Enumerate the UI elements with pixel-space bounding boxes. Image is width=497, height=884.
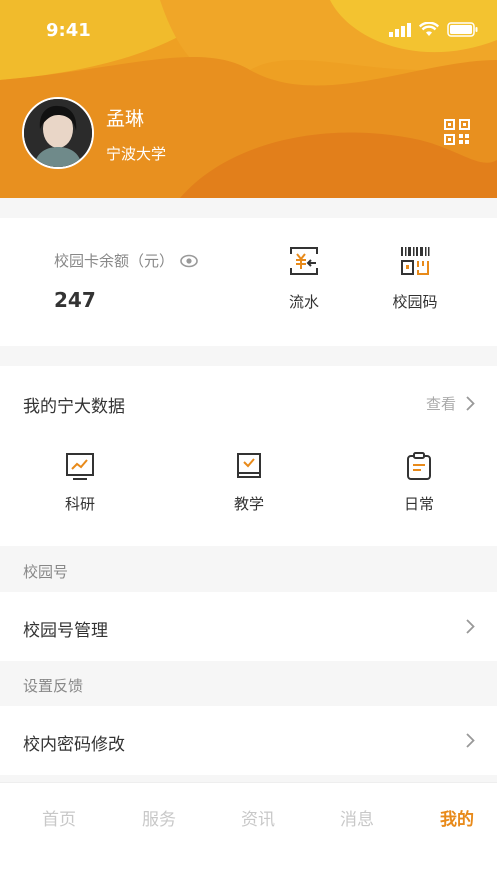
bottom-tab-bar: 首页 服务 资讯 消息 我的 <box>0 782 497 884</box>
daily-label: 日常 <box>403 495 434 513</box>
chart-monitor-icon <box>66 453 94 480</box>
campus-account-label: 校园号管理 <box>23 621 108 641</box>
wifi-icon <box>419 22 439 36</box>
daily-button[interactable]: 日常 <box>379 451 459 514</box>
balance-value: 247 <box>54 288 96 312</box>
tab-mine[interactable]: 我的 <box>417 805 497 830</box>
signal-icon <box>389 22 411 37</box>
status-time: 9:41 <box>46 20 91 41</box>
view-more-link[interactable]: 查看 <box>426 393 475 414</box>
view-more-label: 查看 <box>425 395 456 413</box>
tab-services[interactable]: 服务 <box>119 805 199 830</box>
teaching-label: 教学 <box>233 495 264 513</box>
tab-messages[interactable]: 消息 <box>317 805 397 830</box>
data-section-title: 我的宁大数据 <box>23 397 125 417</box>
balance-label: 校园卡余额（元） <box>54 252 175 270</box>
chevron-right-icon <box>466 619 475 634</box>
balance-label-row: 校园卡余额（元） <box>54 250 198 271</box>
transactions-label: 流水 <box>288 293 319 311</box>
battery-icon <box>447 22 478 37</box>
eye-icon[interactable] <box>180 254 198 268</box>
avatar[interactable] <box>22 97 94 169</box>
password-change-label: 校内密码修改 <box>23 735 125 755</box>
barcode-icon <box>401 247 430 275</box>
status-bar: 9:41 <box>0 18 497 48</box>
tab-home[interactable]: 首页 <box>19 805 99 830</box>
research-button[interactable]: 科研 <box>40 451 120 514</box>
avatar-photo <box>24 99 92 167</box>
campus-code-label: 校园码 <box>392 293 438 311</box>
campus-section-label: 校园号 <box>23 563 69 581</box>
clipboard-icon <box>407 452 431 480</box>
profile-header: 9:41 孟琳 宁波大学 <box>0 0 497 198</box>
settings-section-label: 设置反馈 <box>23 677 84 695</box>
chevron-right-icon <box>466 396 475 411</box>
transactions-button[interactable]: 流水 <box>264 245 344 312</box>
user-school: 宁波大学 <box>106 145 167 163</box>
research-label: 科研 <box>64 495 95 513</box>
chevron-right-icon <box>466 733 475 748</box>
check-book-icon <box>237 453 261 478</box>
qr-code-icon[interactable] <box>444 119 470 145</box>
tab-news[interactable]: 资讯 <box>218 805 298 830</box>
user-name: 孟琳 <box>106 108 145 130</box>
teaching-button[interactable]: 教学 <box>209 451 289 514</box>
campus-code-button[interactable]: 校园码 <box>375 245 455 312</box>
yuan-transfer-icon <box>290 247 318 275</box>
